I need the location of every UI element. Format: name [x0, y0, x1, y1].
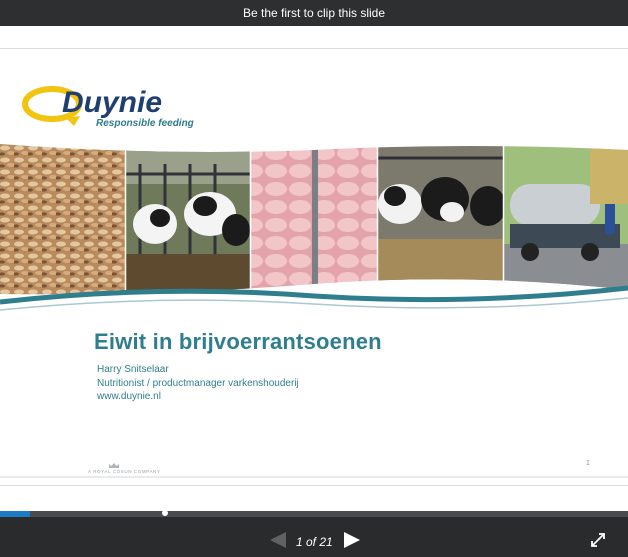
player-controls: 1 of 21 [0, 517, 628, 557]
footer-company-text: A ROYAL COSUN COMPANY [84, 469, 165, 474]
expand-arrows-icon [591, 533, 605, 547]
slide-author-block: Harry Snitselaar Nutritionist / productm… [97, 363, 299, 404]
page-counter: 1 of 21 [296, 535, 333, 549]
slide-title: Eiwit in brijvoerrantsoenen [94, 329, 382, 354]
light-swoosh [0, 297, 628, 311]
slide-bottom-rule [0, 485, 628, 486]
previous-slide-button[interactable] [268, 530, 288, 550]
triangle-right-icon [344, 532, 360, 548]
logo-tagline-text: Responsible feeding [96, 118, 194, 129]
slide: Duynie Responsible feeding Eiwit in brij… [0, 26, 628, 511]
clip-slide-text: Be the first to clip this slide [242, 6, 386, 20]
photo-strip [0, 144, 628, 311]
duynie-logo: Duynie Responsible feeding [22, 86, 194, 129]
cows-feeding-photo [126, 144, 250, 295]
author-name: Harry Snitselaar [97, 364, 169, 375]
slide-page-number: 1 [586, 460, 590, 467]
website-link: www.duynie.nl [97, 391, 161, 402]
crown-icon [109, 463, 119, 468]
clip-slide-bar[interactable]: Be the first to clip this slide [0, 0, 628, 26]
next-slide-button[interactable] [342, 530, 362, 550]
slide-top-rule [0, 48, 628, 49]
author-role: Nutritionist / productmanager varkenshou… [97, 377, 299, 389]
fullscreen-button[interactable] [590, 532, 606, 548]
progress-handle[interactable] [162, 510, 168, 516]
triangle-left-icon [270, 532, 286, 548]
logo-brand-text: Duynie [62, 86, 162, 119]
